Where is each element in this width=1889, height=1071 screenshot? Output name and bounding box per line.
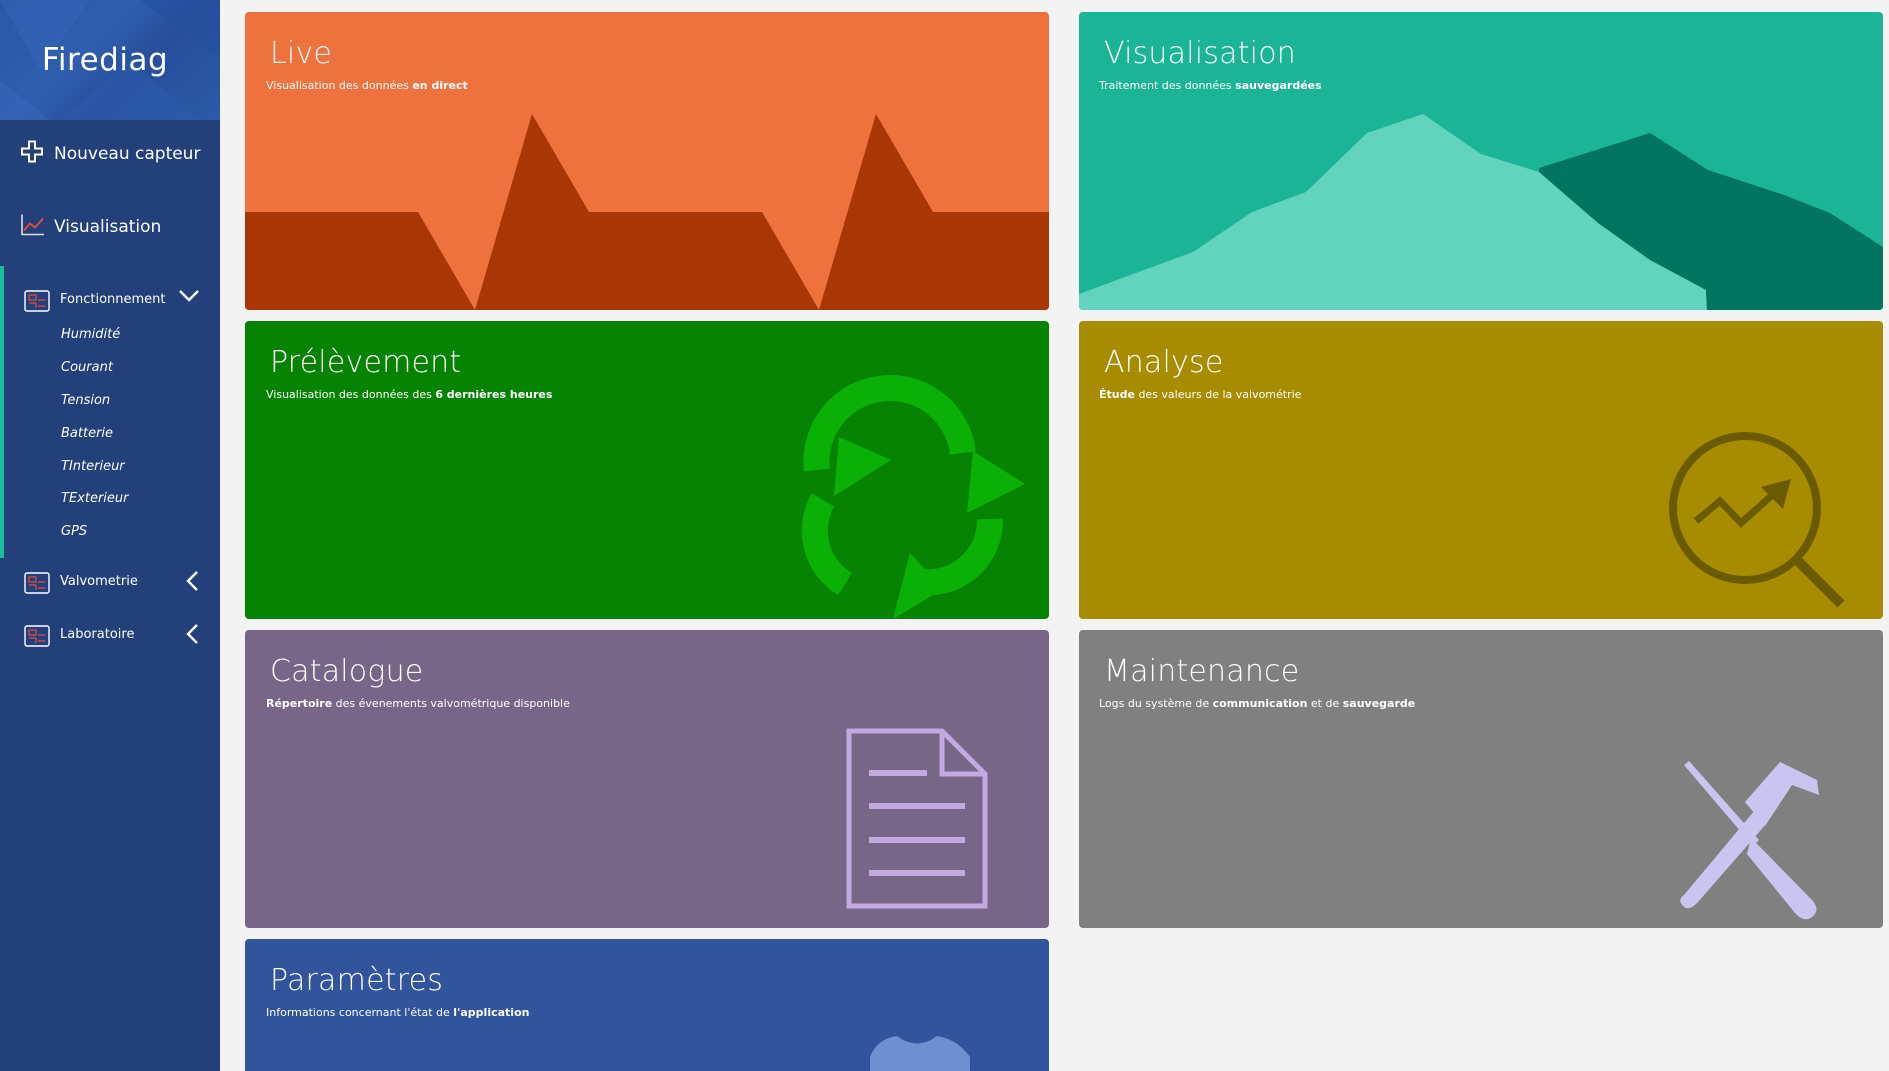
- tile-prelevement[interactable]: Prélèvement Visualisation des données de…: [245, 321, 1049, 619]
- chevron-left-icon[interactable]: [184, 570, 200, 596]
- tile-analyse-title: Analyse: [1104, 345, 1224, 380]
- chevron-down-icon[interactable]: [178, 288, 200, 308]
- plus-cross-icon: [20, 140, 44, 169]
- tile-prelevement-title: Prélèvement: [270, 345, 462, 380]
- sub-item-texterieur[interactable]: TExterieur: [61, 491, 128, 506]
- sub-item-tension[interactable]: Tension: [61, 393, 110, 408]
- sub-item-tinterieur[interactable]: TInterieur: [61, 459, 125, 474]
- brand-title[interactable]: Firediag: [0, 42, 210, 78]
- chevron-left-icon[interactable]: [184, 623, 200, 649]
- line-chart-icon: [20, 213, 46, 242]
- nav-visualisation[interactable]: Visualisation: [0, 197, 220, 257]
- nav-new-sensor-label: Nouveau capteur: [54, 144, 201, 164]
- dashboard-icon: [24, 572, 50, 598]
- tile-maintenance-subtitle: Logs du système de communication et de s…: [1099, 697, 1416, 710]
- group-laboratoire-header[interactable]: Laboratoire: [0, 611, 220, 661]
- tile-live[interactable]: Live Visualisation des données en direct: [245, 12, 1049, 310]
- group-fonctionnement-header[interactable]: Fonctionnement: [0, 276, 220, 326]
- gear-icon: [870, 1036, 970, 1071]
- group-fonctionnement-label: Fonctionnement: [60, 292, 166, 307]
- tile-parametres[interactable]: Paramètres Informations concernant l'éta…: [245, 939, 1049, 1071]
- nav-visualisation-label: Visualisation: [54, 217, 162, 237]
- group-fonctionnement: Fonctionnement Humidité Courant Tension …: [0, 266, 220, 558]
- tile-prelevement-subtitle: Visualisation des données des 6 dernière…: [266, 388, 553, 401]
- sub-item-humidite[interactable]: Humidité: [61, 327, 120, 342]
- tile-catalogue-subtitle: Répertoire des évenements valvométrique …: [266, 697, 570, 710]
- tile-analyse[interactable]: Analyse Étude des valeurs de la valvomét…: [1079, 321, 1883, 619]
- nav-new-sensor[interactable]: Nouveau capteur: [0, 124, 220, 184]
- group-valvometrie-label: Valvometrie: [60, 574, 138, 589]
- tile-visualisation[interactable]: Visualisation Traitement des données sau…: [1079, 12, 1883, 310]
- tile-parametres-subtitle: Informations concernant l'état de l'appl…: [266, 1006, 530, 1019]
- tile-visualisation-title: Visualisation: [1104, 36, 1296, 71]
- tile-catalogue[interactable]: Catalogue Répertoire des évenements valv…: [245, 630, 1049, 928]
- tile-visualisation-subtitle: Traitement des données sauvegardées: [1099, 79, 1322, 92]
- tile-analyse-subtitle: Étude des valeurs de la valvométrie: [1099, 388, 1302, 401]
- dashboard-icon: [24, 625, 50, 651]
- group-valvometrie-header[interactable]: Valvometrie: [0, 558, 220, 608]
- dashboard-icon: [24, 290, 50, 316]
- tile-parametres-title: Paramètres: [270, 963, 444, 998]
- heartbeat-wave-icon: [245, 114, 1049, 310]
- tile-maintenance[interactable]: Maintenance Logs du système de communica…: [1079, 630, 1883, 928]
- sidebar: Firediag Nouveau capteur Visualisation F…: [0, 0, 220, 1071]
- sub-item-gps[interactable]: GPS: [61, 524, 87, 539]
- tile-catalogue-title: Catalogue: [270, 654, 424, 689]
- group-laboratoire-label: Laboratoire: [60, 627, 135, 642]
- sub-item-courant[interactable]: Courant: [61, 360, 113, 375]
- tile-live-subtitle: Visualisation des données en direct: [266, 79, 468, 92]
- brand-header: Firediag: [0, 0, 220, 120]
- tile-maintenance-title: Maintenance: [1104, 654, 1300, 689]
- tile-live-title: Live: [270, 36, 333, 71]
- sub-item-batterie[interactable]: Batterie: [61, 426, 113, 441]
